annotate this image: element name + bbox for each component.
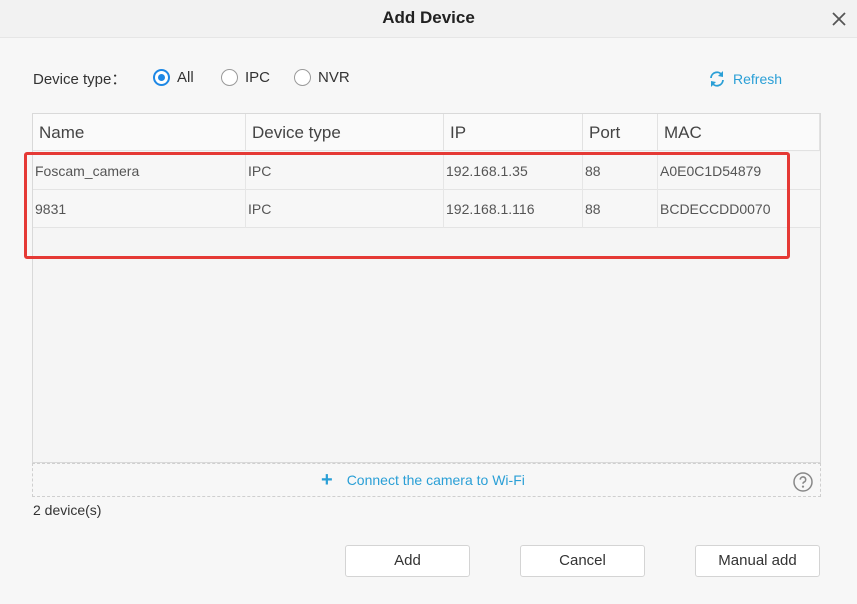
cell-device-type: IPC xyxy=(246,152,444,190)
cell-name: Foscam_camera xyxy=(33,152,246,190)
refresh-label: Refresh xyxy=(733,71,783,87)
cell-ip: 192.168.1.35 xyxy=(444,152,583,190)
dialog-title: Add Device xyxy=(382,8,475,27)
cell-ip: 192.168.1.116 xyxy=(444,190,583,228)
close-icon xyxy=(832,12,846,26)
cancel-button[interactable]: Cancel xyxy=(520,545,645,577)
column-header-name[interactable]: Name xyxy=(33,114,246,151)
add-button[interactable]: Add xyxy=(345,545,470,577)
table-row[interactable]: Foscam_camera IPC 192.168.1.35 88 A0E0C1… xyxy=(33,152,820,190)
cell-mac: BCDECCDD0070 xyxy=(660,201,771,217)
radio-checked-icon xyxy=(153,68,170,86)
wifi-bar: + Connect the camera to Wi-Fi xyxy=(32,463,821,497)
radio-ipc[interactable]: IPC xyxy=(221,67,270,87)
cell-mac: A0E0C1D54879 xyxy=(660,163,762,179)
column-header-port[interactable]: Port xyxy=(583,114,658,151)
radio-unchecked-icon xyxy=(221,68,238,86)
column-header-device-type[interactable]: Device type xyxy=(246,114,444,151)
help-icon[interactable] xyxy=(793,472,813,492)
radio-ipc-label: IPC xyxy=(245,68,271,86)
cell-port: 88 xyxy=(583,190,658,228)
device-count: 2 device(s) xyxy=(33,502,102,518)
radio-nvr[interactable]: NVR xyxy=(294,67,350,87)
column-header-mac[interactable]: MAC xyxy=(658,114,820,151)
radio-unchecked-icon xyxy=(294,68,311,86)
connect-wifi-link[interactable]: + Connect the camera to Wi-Fi xyxy=(321,469,525,491)
radio-nvr-label: NVR xyxy=(318,68,350,86)
cell-name: 9831 xyxy=(33,190,246,228)
cell-device-type: IPC xyxy=(246,190,444,228)
column-header-ip[interactable]: IP xyxy=(444,114,583,151)
manual-add-button[interactable]: Manual add xyxy=(695,545,820,577)
connect-wifi-label: Connect the camera to Wi-Fi xyxy=(346,472,525,488)
refresh-icon xyxy=(710,71,724,87)
close-button[interactable] xyxy=(826,6,852,32)
plus-icon: + xyxy=(321,469,333,491)
cell-port: 88 xyxy=(583,152,658,190)
refresh-button[interactable]: Refresh xyxy=(707,69,782,89)
table-row[interactable]: 9831 IPC 192.168.1.116 88 BCDECCDD0070 xyxy=(33,190,820,228)
radio-all[interactable]: All xyxy=(153,67,194,87)
device-type-label: Device type： xyxy=(33,71,127,88)
radio-all-label: All xyxy=(177,68,194,86)
table-header: Name Device type IP Port MAC xyxy=(33,114,820,151)
device-table: Name Device type IP Port MAC Foscam_came… xyxy=(32,113,821,463)
title-bar: Add Device xyxy=(0,0,857,38)
